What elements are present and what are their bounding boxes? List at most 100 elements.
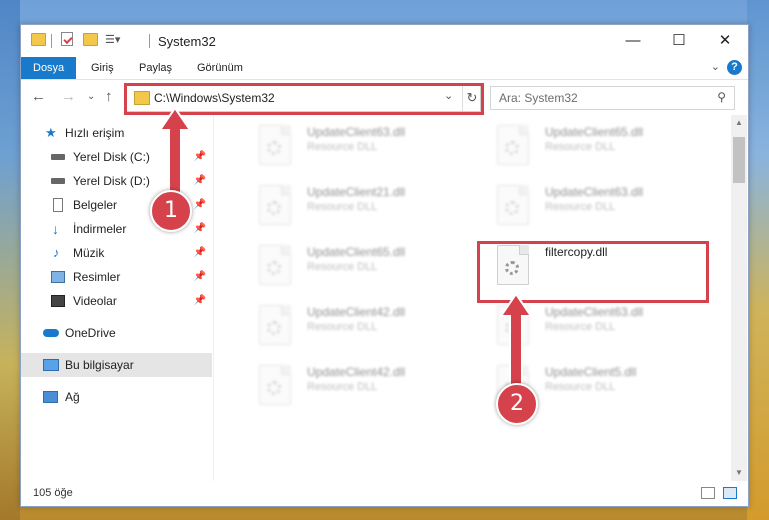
file-name: UpdateClient65.dll xyxy=(545,125,644,139)
search-placeholder: Ara: System32 xyxy=(499,91,578,105)
sidebar-item-label: Ağ xyxy=(65,390,80,404)
sidebar-item-music[interactable]: ♪ Müzik 📌 xyxy=(21,241,212,265)
vertical-scrollbar[interactable]: ▲ ▼ xyxy=(731,115,747,481)
recent-locations-icon[interactable]: ⌄ xyxy=(87,91,95,102)
file-item[interactable]: UpdateClient65.dll Resource DLL xyxy=(237,241,457,295)
sidebar-item-pictures[interactable]: Resimler 📌 xyxy=(21,265,212,289)
downloads-icon: ↓ xyxy=(52,221,59,237)
details-view-icon[interactable] xyxy=(701,487,715,499)
sidebar-item-drive-c[interactable]: Yerel Disk (C:) 📌 xyxy=(21,145,212,169)
desktop-background-left xyxy=(0,0,20,520)
minimize-button[interactable]: — xyxy=(610,25,656,57)
window-title: System32 xyxy=(158,34,216,49)
drive-icon xyxy=(51,154,65,160)
sidebar-item-label: OneDrive xyxy=(65,326,116,340)
back-button[interactable]: ← xyxy=(31,88,46,105)
tab-view[interactable]: Görünüm xyxy=(197,57,243,79)
address-dropdown-icon[interactable]: ⌄ xyxy=(444,89,453,102)
sidebar-item-quick-access[interactable]: ★ Hızlı erişim xyxy=(21,121,212,145)
sidebar-item-label: Belgeler xyxy=(73,198,118,212)
sidebar-item-this-pc[interactable]: Bu bilgisayar xyxy=(21,353,212,377)
sidebar-item-drive-d[interactable]: Yerel Disk (D:) 📌 xyxy=(21,169,212,193)
dll-file-icon xyxy=(259,245,291,285)
sidebar-item-label: Müzik xyxy=(73,246,105,260)
file-item[interactable]: UpdateClient42.dll Resource DLL xyxy=(237,361,457,415)
file-name: UpdateClient21.dll xyxy=(307,185,406,199)
forward-button[interactable]: → xyxy=(61,88,76,105)
large-icons-view-icon[interactable] xyxy=(723,487,737,499)
pictures-icon xyxy=(51,271,65,283)
new-folder-icon[interactable] xyxy=(83,33,98,46)
refresh-icon[interactable]: ↻ xyxy=(462,85,481,111)
dll-file-icon xyxy=(259,125,291,165)
file-name: UpdateClient63.dll xyxy=(545,305,644,319)
dll-file-icon xyxy=(259,185,291,225)
gear-icon xyxy=(267,201,281,215)
properties-icon[interactable] xyxy=(61,32,73,46)
sidebar-item-label: Bu bilgisayar xyxy=(65,358,134,372)
pin-icon: 📌 xyxy=(193,175,206,186)
help-icon[interactable]: ? xyxy=(727,60,742,75)
search-input[interactable]: Ara: System32 ⚲ xyxy=(490,86,735,110)
sidebar-item-videos[interactable]: Videolar 📌 xyxy=(21,289,212,313)
network-icon xyxy=(43,391,58,403)
tab-share[interactable]: Paylaş xyxy=(139,57,172,79)
scroll-down-icon[interactable]: ▼ xyxy=(731,465,747,481)
gear-icon xyxy=(505,321,519,335)
cloud-icon xyxy=(43,329,59,337)
tab-home[interactable]: Giriş xyxy=(91,57,114,79)
sidebar-item-onedrive[interactable]: OneDrive xyxy=(21,321,212,345)
address-bar[interactable]: C:\Windows\System32 ⌄ ↻ xyxy=(125,84,481,112)
file-type: Resource DLL xyxy=(307,201,378,213)
file-type: Resource DLL xyxy=(307,141,378,153)
file-item[interactable]: UpdateClient21.dll Resource DLL xyxy=(237,181,457,235)
star-icon: ★ xyxy=(45,125,57,140)
file-item-filtercopy[interactable]: filtercopy.dll xyxy=(475,241,695,295)
folder-icon xyxy=(134,91,150,105)
dll-file-icon xyxy=(497,245,529,285)
file-name: UpdateClient63.dll xyxy=(545,185,644,199)
computer-icon xyxy=(43,359,59,371)
file-item[interactable]: UpdateClient65.dll Resource DLL xyxy=(475,121,695,175)
sidebar-item-network[interactable]: Ağ xyxy=(21,385,212,409)
close-button[interactable]: ✕ xyxy=(702,25,748,57)
file-item[interactable]: UpdateClient63.dll Resource DLL xyxy=(237,121,457,175)
folder-icon xyxy=(31,33,46,46)
gear-icon xyxy=(267,381,281,395)
pin-icon: 📌 xyxy=(193,151,206,162)
title-separator xyxy=(149,34,150,48)
gear-icon xyxy=(267,321,281,335)
scroll-up-icon[interactable]: ▲ xyxy=(731,115,747,131)
file-item[interactable]: UpdateClient63.dll Resource DLL xyxy=(475,181,695,235)
gear-icon xyxy=(505,201,519,215)
music-icon: ♪ xyxy=(53,245,60,260)
file-name: UpdateClient42.dll xyxy=(307,365,406,379)
file-explorer-window: ☰▾ System32 — ☐ ✕ Dosya Giriş Paylaş Gör… xyxy=(20,24,749,507)
expand-ribbon-icon[interactable]: ⌄ xyxy=(711,60,720,73)
file-item[interactable]: UpdateClient63.dll Resource DLL xyxy=(475,301,695,355)
search-icon[interactable]: ⚲ xyxy=(717,90,726,104)
file-type: Resource DLL xyxy=(545,141,616,153)
drive-icon xyxy=(51,178,65,184)
tab-file[interactable]: Dosya xyxy=(21,57,77,79)
file-type: Resource DLL xyxy=(307,381,378,393)
step-2-badge: 2 xyxy=(496,383,538,425)
maximize-button[interactable]: ☐ xyxy=(656,25,702,57)
dll-file-icon xyxy=(259,365,291,405)
file-type: Resource DLL xyxy=(545,201,616,213)
file-item[interactable]: UpdateClient42.dll Resource DLL xyxy=(237,301,457,355)
sidebar-item-label: Resimler xyxy=(73,270,121,284)
file-name: UpdateClient63.dll xyxy=(307,125,406,139)
customize-toolbar-icon[interactable]: ☰▾ xyxy=(105,33,120,46)
pane-divider[interactable] xyxy=(213,115,214,481)
address-path[interactable]: C:\Windows\System32 xyxy=(154,91,275,105)
gear-icon xyxy=(267,261,281,275)
scrollbar-thumb[interactable] xyxy=(733,137,745,183)
up-button[interactable]: ↑ xyxy=(105,88,113,105)
file-type: Resource DLL xyxy=(307,261,378,273)
gear-icon xyxy=(505,141,519,155)
navigation-pane: ★ Hızlı erişim Yerel Disk (C:) 📌 Yerel D… xyxy=(21,115,212,481)
title-separator xyxy=(51,34,52,48)
step-1-badge: 1 xyxy=(150,190,192,232)
sidebar-item-label: Yerel Disk (D:) xyxy=(73,174,150,188)
